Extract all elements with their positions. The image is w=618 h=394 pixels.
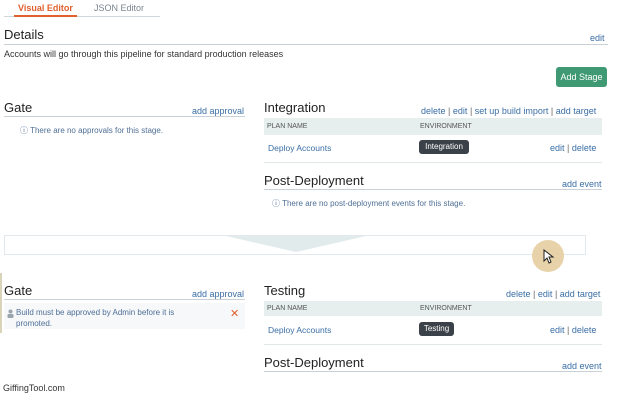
gate-title: Gate	[4, 283, 33, 298]
environment-header: ENVIRONMENT	[420, 305, 472, 312]
row-divider	[264, 344, 602, 345]
post-deployment-title: Post-Deployment	[264, 355, 364, 370]
close-icon[interactable]: ✕	[230, 307, 239, 320]
stage-delete-link[interactable]: delete	[506, 289, 531, 299]
plan-name-header: PLAN NAME	[267, 123, 308, 130]
row-edit-link[interactable]: edit	[550, 143, 565, 153]
row-edit-link[interactable]: edit	[550, 325, 565, 335]
stage-edit-link[interactable]: edit	[538, 289, 553, 299]
table-row: Deploy Accounts Integration edit | delet…	[264, 139, 602, 157]
row-delete-link[interactable]: delete	[572, 325, 597, 335]
tab-visual-editor[interactable]: Visual Editor	[14, 3, 77, 17]
environment-badge: Testing	[419, 322, 454, 336]
details-description: Accounts will go through this pipeline f…	[4, 49, 284, 59]
plan-name-cell[interactable]: Deploy Accounts	[268, 143, 331, 153]
environment-badge: Integration	[419, 140, 469, 154]
stage-actions: delete | edit | add target	[506, 289, 601, 299]
row-actions: edit | delete	[550, 143, 597, 153]
add-event-link[interactable]: add event	[562, 179, 602, 189]
add-target-link[interactable]: add target	[560, 289, 601, 299]
info-icon: ⓘ	[272, 199, 280, 208]
details-edit-link[interactable]: edit	[590, 33, 605, 43]
add-approval-link[interactable]: add approval	[192, 289, 244, 299]
stage-name: Testing	[264, 283, 306, 298]
stage-arrow	[226, 236, 366, 252]
row-actions: edit | delete	[550, 325, 597, 335]
targets-table-header: PLAN NAME ENVIRONMENT	[264, 301, 602, 316]
editor-tabs: Visual Editor JSON Editor	[4, 0, 160, 17]
add-approval-link[interactable]: add approval	[192, 106, 244, 116]
tab-json-editor[interactable]: JSON Editor	[94, 3, 144, 13]
approval-text: Build must be approved by Admin before i…	[16, 308, 175, 328]
info-icon: ⓘ	[20, 126, 28, 135]
plan-name-cell[interactable]: Deploy Accounts	[268, 325, 331, 335]
post-deployment-divider	[264, 189, 602, 190]
gate-divider	[4, 116, 245, 117]
row-divider	[264, 162, 602, 163]
gate-title: Gate	[4, 100, 33, 115]
table-row: Deploy Accounts Testing edit | delete	[264, 321, 602, 339]
post-deployment-divider	[264, 371, 602, 372]
details-divider	[4, 44, 608, 45]
post-deployment-title: Post-Deployment	[264, 173, 364, 188]
user-icon	[7, 309, 14, 318]
stage-left-bar	[0, 273, 2, 333]
stage-delete-link[interactable]: delete	[421, 106, 446, 116]
gate-divider	[4, 299, 245, 300]
no-events-message: ⓘ There are no post-deployment events fo…	[272, 199, 466, 208]
stage-edit-link[interactable]: edit	[453, 106, 468, 116]
add-target-link[interactable]: add target	[556, 106, 597, 116]
setup-build-import-link[interactable]: set up build import	[475, 106, 549, 116]
cursor-icon	[543, 249, 555, 264]
environment-header: ENVIRONMENT	[420, 123, 472, 130]
details-title: Details	[4, 27, 44, 42]
stage-actions: delete | edit | set up build import | ad…	[421, 106, 597, 116]
add-event-link[interactable]: add event	[562, 361, 602, 371]
watermark: GiffingTool.com	[3, 383, 65, 393]
approval-item: Build must be approved by Admin before i…	[4, 303, 245, 329]
row-delete-link[interactable]: delete	[572, 143, 597, 153]
add-stage-button[interactable]: Add Stage	[556, 67, 607, 87]
no-approvals-message: ⓘ There are no approvals for this stage.	[20, 126, 164, 135]
plan-name-header: PLAN NAME	[267, 305, 308, 312]
targets-table-header: PLAN NAME ENVIRONMENT	[264, 118, 602, 135]
stage-name: Integration	[264, 100, 326, 115]
